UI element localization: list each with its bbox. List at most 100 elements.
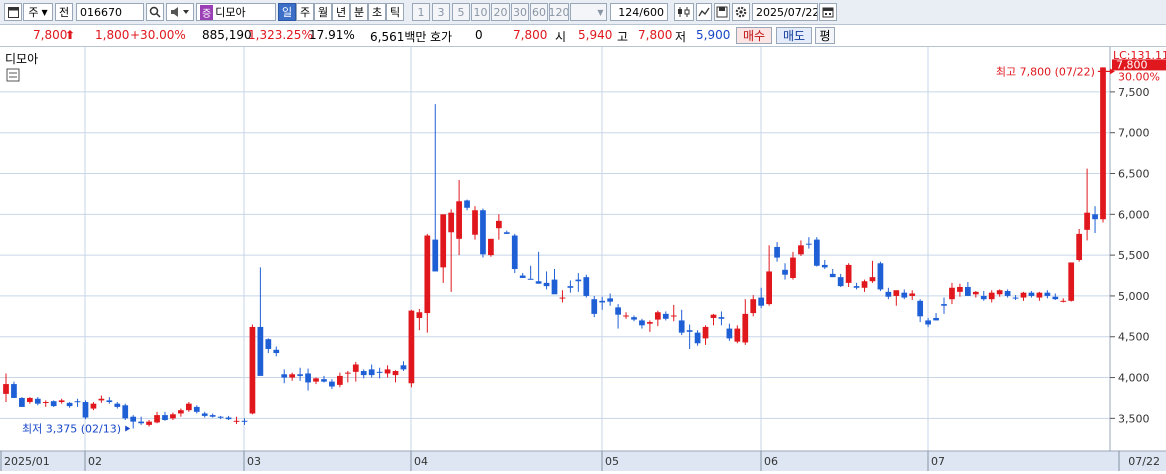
candle-toggle-icon[interactable] (674, 3, 694, 21)
candle-body (996, 290, 1003, 295)
sell-button[interactable]: 매도 (776, 27, 812, 44)
calendar-icon[interactable] (819, 3, 837, 21)
period-tab[interactable]: 년 (332, 3, 350, 21)
candle-body (678, 320, 685, 333)
chart-background (0, 47, 1166, 471)
candle-body (122, 405, 129, 419)
prefix-button[interactable]: 전 (55, 3, 73, 21)
candle-body (1004, 291, 1011, 296)
candle-body (305, 373, 311, 383)
chevron-down-icon: ▼ (41, 7, 48, 17)
period-tab[interactable]: 초 (368, 3, 386, 21)
candle-body (416, 312, 423, 318)
y-tick-label: 6,500 (1118, 168, 1150, 181)
window-icon[interactable] (4, 3, 22, 21)
candle-body (639, 320, 645, 326)
candle-body (249, 326, 256, 414)
eval-button[interactable]: 평 (815, 27, 835, 44)
candle-body (329, 381, 335, 387)
interval-button[interactable]: 3 (432, 3, 450, 21)
toolbar: 주 ▼ 전 016670 증 디모아 일주월년분초틱 1 3 5 10 20 30 60 12… (0, 0, 1166, 25)
candle-body (19, 397, 25, 407)
candle-body (480, 210, 486, 255)
interval-custom-input[interactable]: ▼ (570, 3, 607, 21)
candle-body (448, 212, 455, 233)
candle-body (432, 239, 439, 272)
y-tick-label: 5,000 (1118, 290, 1150, 303)
candle-body (694, 332, 701, 344)
candle-body (758, 297, 765, 306)
x-tick-label: 07/22 (1128, 455, 1160, 468)
interval-button[interactable]: 30 (511, 3, 529, 21)
candle-body (941, 304, 947, 306)
hoga-label: 호가 (430, 30, 453, 44)
candle-body (201, 413, 208, 416)
candle-body (106, 400, 113, 403)
interval-button[interactable]: 10 (471, 3, 490, 21)
interval-button[interactable]: 1 (412, 3, 430, 21)
trade-amount: 6,561백만 (370, 30, 427, 44)
candle-body (503, 232, 510, 234)
gear-icon[interactable] (732, 3, 750, 21)
candle-body (837, 277, 844, 287)
candle-body (98, 398, 105, 401)
volume: 885,190 (202, 28, 252, 42)
current-pct-label: 30.00% (1118, 70, 1160, 83)
candle-body (495, 220, 502, 229)
open-price: 5,940 (578, 28, 613, 42)
interval-button[interactable]: 5 (452, 3, 470, 21)
candle-body (861, 281, 868, 288)
stock-name-label: 디모아 (215, 6, 246, 19)
candle-body (464, 200, 470, 208)
high-label: 고 (617, 30, 629, 44)
period-tab[interactable]: 분 (350, 3, 368, 21)
chart-series-label: 디모아 (5, 52, 38, 66)
interval-button[interactable]: 120 (549, 3, 569, 21)
candle-body (559, 297, 566, 299)
search-icon[interactable] (146, 3, 164, 21)
price-change: 1,800 (95, 28, 130, 42)
candle-body (710, 314, 717, 318)
candle-body (949, 287, 955, 300)
candle-body (662, 313, 669, 319)
candle-body (909, 293, 916, 296)
candle-body (58, 400, 65, 403)
interval-button[interactable]: 60 (530, 3, 548, 21)
period-tab[interactable]: 월 (314, 3, 332, 21)
candle-body (654, 312, 661, 320)
candle-body (813, 239, 820, 266)
period-tab[interactable]: 주 (296, 3, 314, 21)
candle-body (782, 269, 788, 275)
period-tab[interactable]: 틱 (386, 3, 404, 21)
candle-body (1076, 233, 1083, 261)
quote-bar: 7,800 ⬆ 1,800 +30.00% 885,190 1,323.25% … (0, 25, 1166, 47)
candle-body (289, 374, 296, 378)
candle-body (1100, 67, 1106, 220)
candle-body (313, 378, 319, 382)
legend-toggle-icon[interactable] (6, 68, 20, 82)
candle-body (344, 372, 351, 374)
candlestick-chart[interactable]: 3,500 4,000 4,500 5,000 5,500 6,000 6,500 7,000… (0, 47, 1166, 471)
candle-body (980, 295, 987, 300)
candle-body (376, 371, 383, 373)
market-label: 주 (28, 6, 39, 19)
save-icon[interactable] (714, 3, 730, 21)
candle-body (233, 420, 240, 422)
stock-code-input[interactable]: 016670 (76, 3, 144, 21)
price-chart[interactable]: 3,500 4,000 4,500 5,000 5,500 6,000 6,500 7,000… (0, 47, 1166, 471)
buy-button[interactable]: 매수 (736, 27, 772, 44)
market-select[interactable]: 주 ▼ (23, 3, 53, 21)
line-tool-icon[interactable] (696, 3, 712, 21)
volume-ratio: 1,323.25% (248, 28, 313, 42)
y-tick-label: 7,000 (1118, 127, 1150, 140)
speaker-icon[interactable] (166, 3, 194, 21)
data-count-field[interactable]: 124 /600 (610, 3, 668, 21)
candle-body (178, 410, 184, 414)
stock-name-field[interactable]: 증 디모아 (196, 3, 276, 21)
date-input[interactable]: 2025/07/22 (752, 3, 818, 21)
period-tab[interactable]: 일 (278, 3, 296, 21)
interval-button[interactable]: 20 (491, 3, 510, 21)
x-tick-label: 02 (88, 455, 102, 468)
x-tick-label: 05 (605, 455, 619, 468)
candle-body (599, 300, 606, 303)
